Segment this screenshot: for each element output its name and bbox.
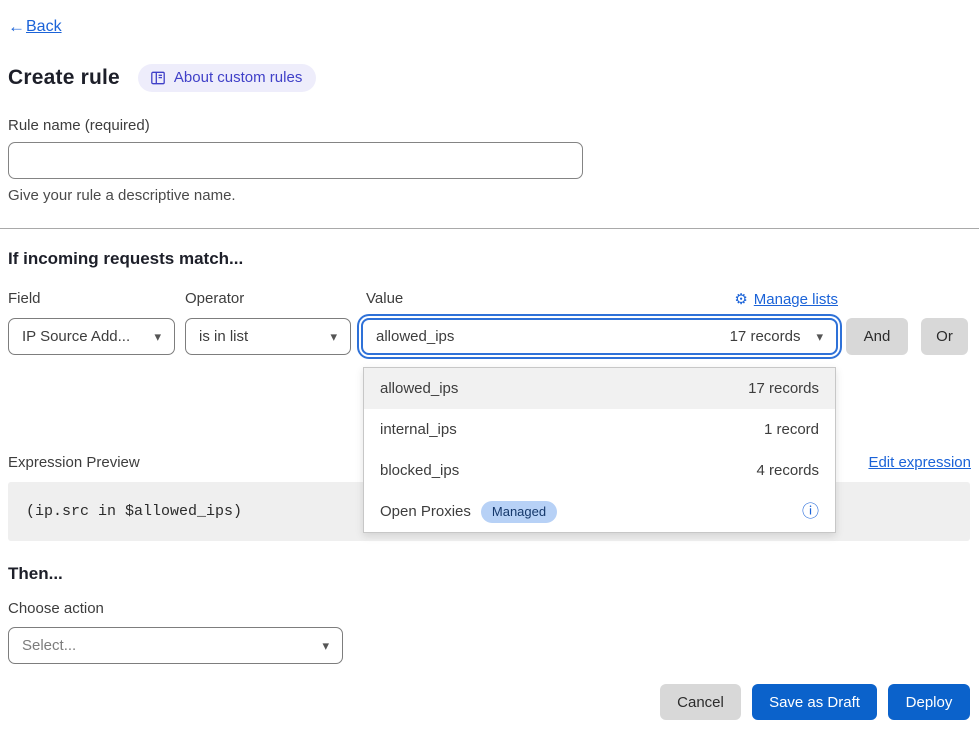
save-as-draft-button[interactable]: Save as Draft [752, 684, 877, 720]
list-item-open-proxies[interactable]: Open Proxies Managed ⓘ [364, 491, 835, 532]
rule-name-input[interactable] [8, 142, 583, 179]
action-select[interactable]: Select... ▾ [8, 627, 343, 664]
action-select-placeholder: Select... [22, 637, 76, 654]
list-item-meta: 17 records [748, 380, 819, 397]
expression-code: (ip.src in $allowed_ips) [26, 503, 242, 520]
choose-action-label: Choose action [8, 600, 104, 617]
back-link[interactable]: ← Back [8, 17, 62, 37]
edit-expression-link[interactable]: Edit expression [868, 454, 971, 471]
info-icon[interactable]: ⓘ [802, 503, 819, 520]
gear-icon: ⚙ [734, 290, 747, 308]
value-select[interactable]: allowed_ips 17 records ▾ [361, 318, 838, 355]
expression-preview-label: Expression Preview [8, 454, 140, 471]
operator-select[interactable]: is in list ▾ [185, 318, 351, 355]
chevron-down-icon: ▾ [816, 330, 823, 343]
list-item-internal-ips[interactable]: internal_ips 1 record [364, 409, 835, 450]
deploy-button[interactable]: Deploy [888, 684, 970, 720]
chevron-down-icon: ▾ [322, 639, 329, 652]
operator-label: Operator [185, 290, 244, 307]
about-badge-label: About custom rules [174, 69, 302, 86]
list-item-name: blocked_ips [380, 462, 459, 479]
match-section-heading: If incoming requests match... [8, 249, 243, 269]
list-item-name: allowed_ips [380, 380, 458, 397]
cancel-button[interactable]: Cancel [660, 684, 741, 720]
chevron-down-icon: ▾ [330, 330, 337, 343]
chevron-down-icon: ▾ [154, 330, 161, 343]
field-label: Field [8, 290, 41, 307]
back-label: Back [26, 18, 62, 36]
value-dropdown-panel: allowed_ips 17 records internal_ips 1 re… [363, 367, 836, 533]
book-icon [150, 70, 166, 86]
field-select-value: IP Source Add... [22, 328, 130, 345]
value-select-value: allowed_ips [376, 328, 454, 345]
section-divider [0, 228, 979, 229]
value-label: Value [366, 290, 403, 307]
field-select[interactable]: IP Source Add... ▾ [8, 318, 175, 355]
manage-lists-label: Manage lists [754, 291, 838, 308]
operator-select-value: is in list [199, 328, 248, 345]
managed-badge: Managed [481, 501, 557, 523]
manage-lists-link[interactable]: ⚙ Manage lists [734, 290, 838, 308]
list-item-allowed-ips[interactable]: allowed_ips 17 records [364, 368, 835, 409]
page-title: Create rule [8, 66, 120, 90]
list-item-blocked-ips[interactable]: blocked_ips 4 records [364, 450, 835, 491]
back-arrow-icon: ← [8, 17, 25, 37]
and-button[interactable]: And [846, 318, 908, 355]
value-select-records: 17 records [730, 328, 801, 345]
list-item-meta: 4 records [756, 462, 819, 479]
about-custom-rules-link[interactable]: About custom rules [138, 64, 316, 92]
rule-name-label: Rule name (required) [8, 117, 150, 134]
heading-row: Create rule About custom rules [8, 64, 316, 92]
list-item-name: internal_ips [380, 421, 457, 438]
rule-name-helper: Give your rule a descriptive name. [8, 187, 236, 204]
then-section-heading: Then... [8, 564, 63, 584]
or-button[interactable]: Or [921, 318, 968, 355]
list-item-meta: 1 record [764, 421, 819, 438]
list-item-name: Open Proxies [380, 503, 471, 520]
